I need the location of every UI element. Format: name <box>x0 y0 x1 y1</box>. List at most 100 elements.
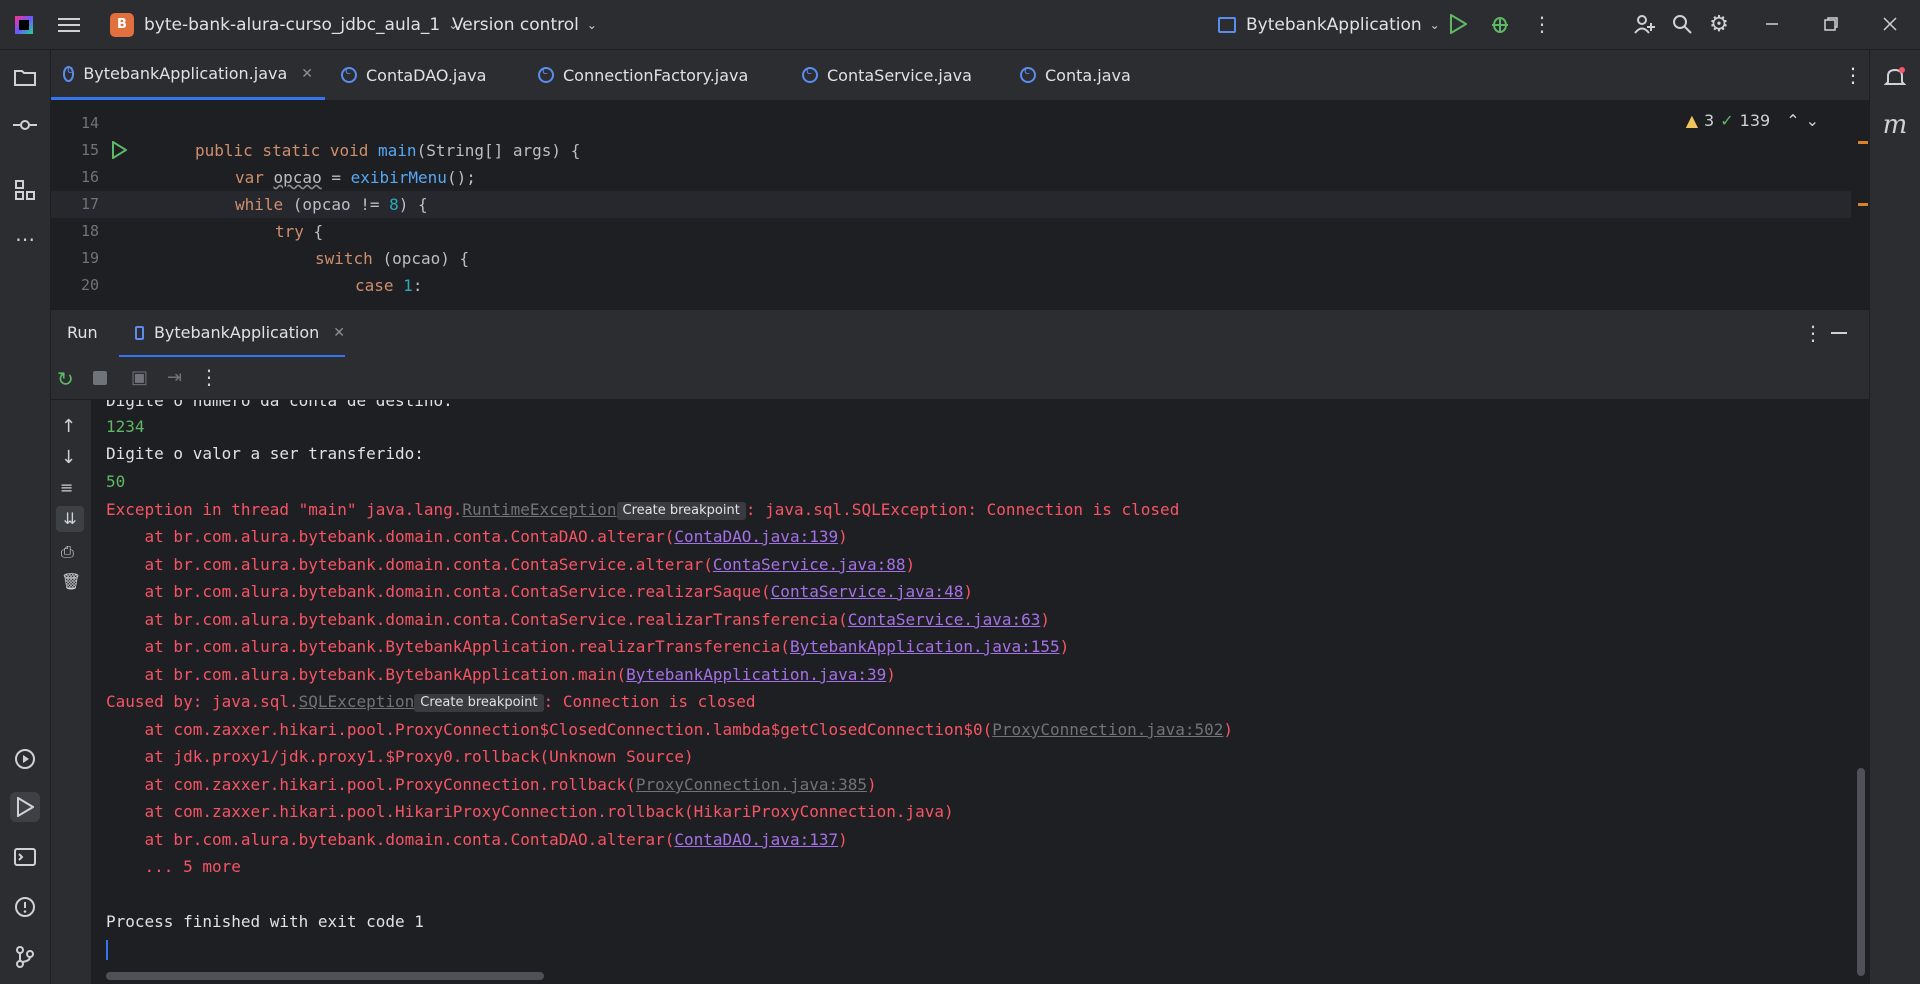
commit-icon[interactable] <box>10 110 40 140</box>
create-breakpoint-button[interactable]: Create breakpoint <box>414 694 544 712</box>
stack-trace-line: at br.com.alura.bytebank.BytebankApplica… <box>106 665 896 684</box>
arrow-down-icon[interactable]: ↓ <box>61 447 76 468</box>
app-logo-icon[interactable] <box>15 0 33 49</box>
code-line: 15 public static void main(String[] args… <box>51 137 1851 164</box>
main-menu-button[interactable] <box>58 0 80 49</box>
tab-conta-service[interactable]: ContaService.java <box>790 50 984 100</box>
notifications-icon[interactable] <box>1880 62 1910 92</box>
chevron-down-icon: ⌄ <box>586 17 597 32</box>
run-gutter-icon[interactable] <box>111 140 128 163</box>
java-class-icon <box>1020 64 1036 83</box>
restore-button[interactable] <box>1816 9 1846 39</box>
close-tab-icon[interactable]: ✕ <box>333 325 345 341</box>
print-icon[interactable]: ⎙ <box>61 542 74 562</box>
run-button[interactable] <box>1443 9 1473 39</box>
code-line: 14 <box>80 114 99 132</box>
more-actions-icon[interactable]: ⋮ <box>1527 9 1557 39</box>
source-link[interactable]: BytebankApplication.java:39 <box>626 665 886 684</box>
rerun-icon[interactable]: ↻ <box>57 367 74 391</box>
minimize-button[interactable] <box>1757 9 1787 39</box>
console-output[interactable]: Digite o número da conta de destino: 123… <box>92 400 1869 976</box>
play-icon <box>1450 14 1467 34</box>
hamburger-icon <box>58 17 80 32</box>
code-text: var opcao = exibirMenu(); <box>235 168 476 187</box>
stack-trace-line: ... 5 more <box>106 857 241 876</box>
terminal-icon[interactable] <box>10 842 40 872</box>
tab-bytebank-application[interactable]: BytebankApplication.java ✕ <box>51 50 325 100</box>
structure-icon[interactable] <box>10 175 40 205</box>
stack-trace-line: at br.com.alura.bytebank.BytebankApplica… <box>106 637 1070 656</box>
services-icon[interactable] <box>10 744 40 774</box>
add-user-icon[interactable] <box>1630 9 1660 39</box>
arrow-up-icon[interactable]: ↑ <box>61 416 76 437</box>
scroll-to-end-icon[interactable]: ⇊ <box>56 506 84 532</box>
java-class-icon <box>63 63 75 82</box>
tabs-more-icon[interactable]: ⋮ <box>1831 50 1875 100</box>
exit-icon[interactable]: ⇥ <box>167 367 182 388</box>
code-editor[interactable]: ▲ 3 ✓ 139 ⌃ ⌄ 14 15 public static void m… <box>51 101 1869 301</box>
run-tool-icon[interactable] <box>10 792 40 822</box>
code-text: public static void main(String[] args) { <box>195 141 581 160</box>
run-panel-options-icon[interactable]: ⋮ <box>1803 321 1823 345</box>
run-panel-header: Run BytebankApplication ✕ ⋮ <box>51 309 1869 358</box>
java-class-icon <box>802 64 818 83</box>
console-line: 1234 <box>106 417 145 436</box>
create-breakpoint-button[interactable]: Create breakpoint <box>616 502 746 520</box>
stack-trace-line: at br.com.alura.bytebank.domain.conta.Co… <box>106 830 848 849</box>
more-tools-icon[interactable]: ⋯ <box>10 224 40 254</box>
camera-icon[interactable]: ▣ <box>131 367 148 388</box>
gear-icon[interactable]: ⚙ <box>1704 9 1734 39</box>
tab-conta[interactable]: Conta.java <box>1008 50 1143 100</box>
source-link[interactable]: ContaService.java:88 <box>713 555 906 574</box>
code-line: 18 try { <box>51 218 1851 245</box>
more-actions-icon[interactable]: ⋮ <box>199 365 219 389</box>
stack-trace-line: at br.com.alura.bytebank.domain.conta.Co… <box>106 582 973 601</box>
code-line-current: 17 while (opcao != 8) { <box>51 191 1851 218</box>
stack-trace-line: at jdk.proxy1/jdk.proxy1.$Proxy0.rollbac… <box>106 747 694 766</box>
project-selector[interactable]: B byte-bank-alura-curso_jdbc_aula_1 ⌄ <box>110 0 458 49</box>
source-link[interactable]: ProxyConnection.java:385 <box>636 775 867 794</box>
code-line: 20 case 1: <box>51 272 1851 299</box>
stop-icon[interactable] <box>93 371 107 385</box>
exception-class-link[interactable]: SQLException <box>299 692 415 711</box>
stack-trace-line: at br.com.alura.bytebank.domain.conta.Co… <box>106 555 916 574</box>
search-icon[interactable] <box>1667 9 1697 39</box>
console-line: Digite o número da conta de destino: <box>106 400 453 410</box>
vertical-scrollbar[interactable] <box>1857 768 1865 976</box>
tab-conta-dao[interactable]: ContaDAO.java <box>329 50 498 100</box>
console-line: Caused by: java.sql.SQLException Create b… <box>106 692 756 712</box>
project-badge: B <box>110 12 134 37</box>
source-link[interactable]: ContaDAO.java:137 <box>674 830 838 849</box>
git-branch-icon[interactable] <box>10 942 40 972</box>
exception-class-link[interactable]: RuntimeException <box>462 500 616 519</box>
horizontal-scrollbar[interactable] <box>106 972 544 980</box>
close-window-button[interactable] <box>1875 9 1905 39</box>
close-tab-icon[interactable]: ✕ <box>301 66 313 82</box>
code-line: 16 var opcao = exibirMenu(); <box>51 164 1851 191</box>
maven-icon[interactable]: m <box>1880 110 1910 140</box>
project-folder-icon[interactable] <box>10 62 40 92</box>
source-link[interactable]: ContaService.java:63 <box>848 610 1041 629</box>
code-text: while (opcao != 8) { <box>235 195 428 214</box>
run-config-selector[interactable]: BytebankApplication ⌄ <box>1218 0 1440 49</box>
vcs-selector[interactable]: Version control ⌄ <box>452 0 597 49</box>
stack-trace-line: at com.zaxxer.hikari.pool.HikariProxyCon… <box>106 802 954 821</box>
tab-connection-factory[interactable]: ConnectionFactory.java <box>526 50 760 100</box>
app-config-icon <box>1218 16 1236 33</box>
source-link[interactable]: ContaService.java:48 <box>771 582 964 601</box>
source-link[interactable]: BytebankApplication.java:155 <box>790 637 1060 656</box>
soft-wrap-icon[interactable]: ≡ <box>60 478 73 497</box>
console-line: Digite o valor a ser transferido: <box>106 444 424 463</box>
source-link[interactable]: ContaDAO.java:139 <box>674 527 838 546</box>
problems-icon[interactable] <box>10 892 40 922</box>
console-line: Exception in thread "main" java.lang.Run… <box>106 500 1180 520</box>
hide-panel-icon[interactable] <box>1831 332 1847 334</box>
java-class-icon <box>538 64 554 83</box>
error-stripe-marker[interactable] <box>1858 203 1868 206</box>
editor-tabs: BytebankApplication.java ✕ ContaDAO.java… <box>51 50 1869 101</box>
trash-icon[interactable]: 🗑 <box>61 572 81 591</box>
error-stripe-marker[interactable] <box>1858 141 1868 144</box>
debug-button[interactable] <box>1485 9 1515 39</box>
run-tab-bytebank[interactable]: BytebankApplication ✕ <box>119 310 345 358</box>
source-link[interactable]: ProxyConnection.java:502 <box>992 720 1223 739</box>
